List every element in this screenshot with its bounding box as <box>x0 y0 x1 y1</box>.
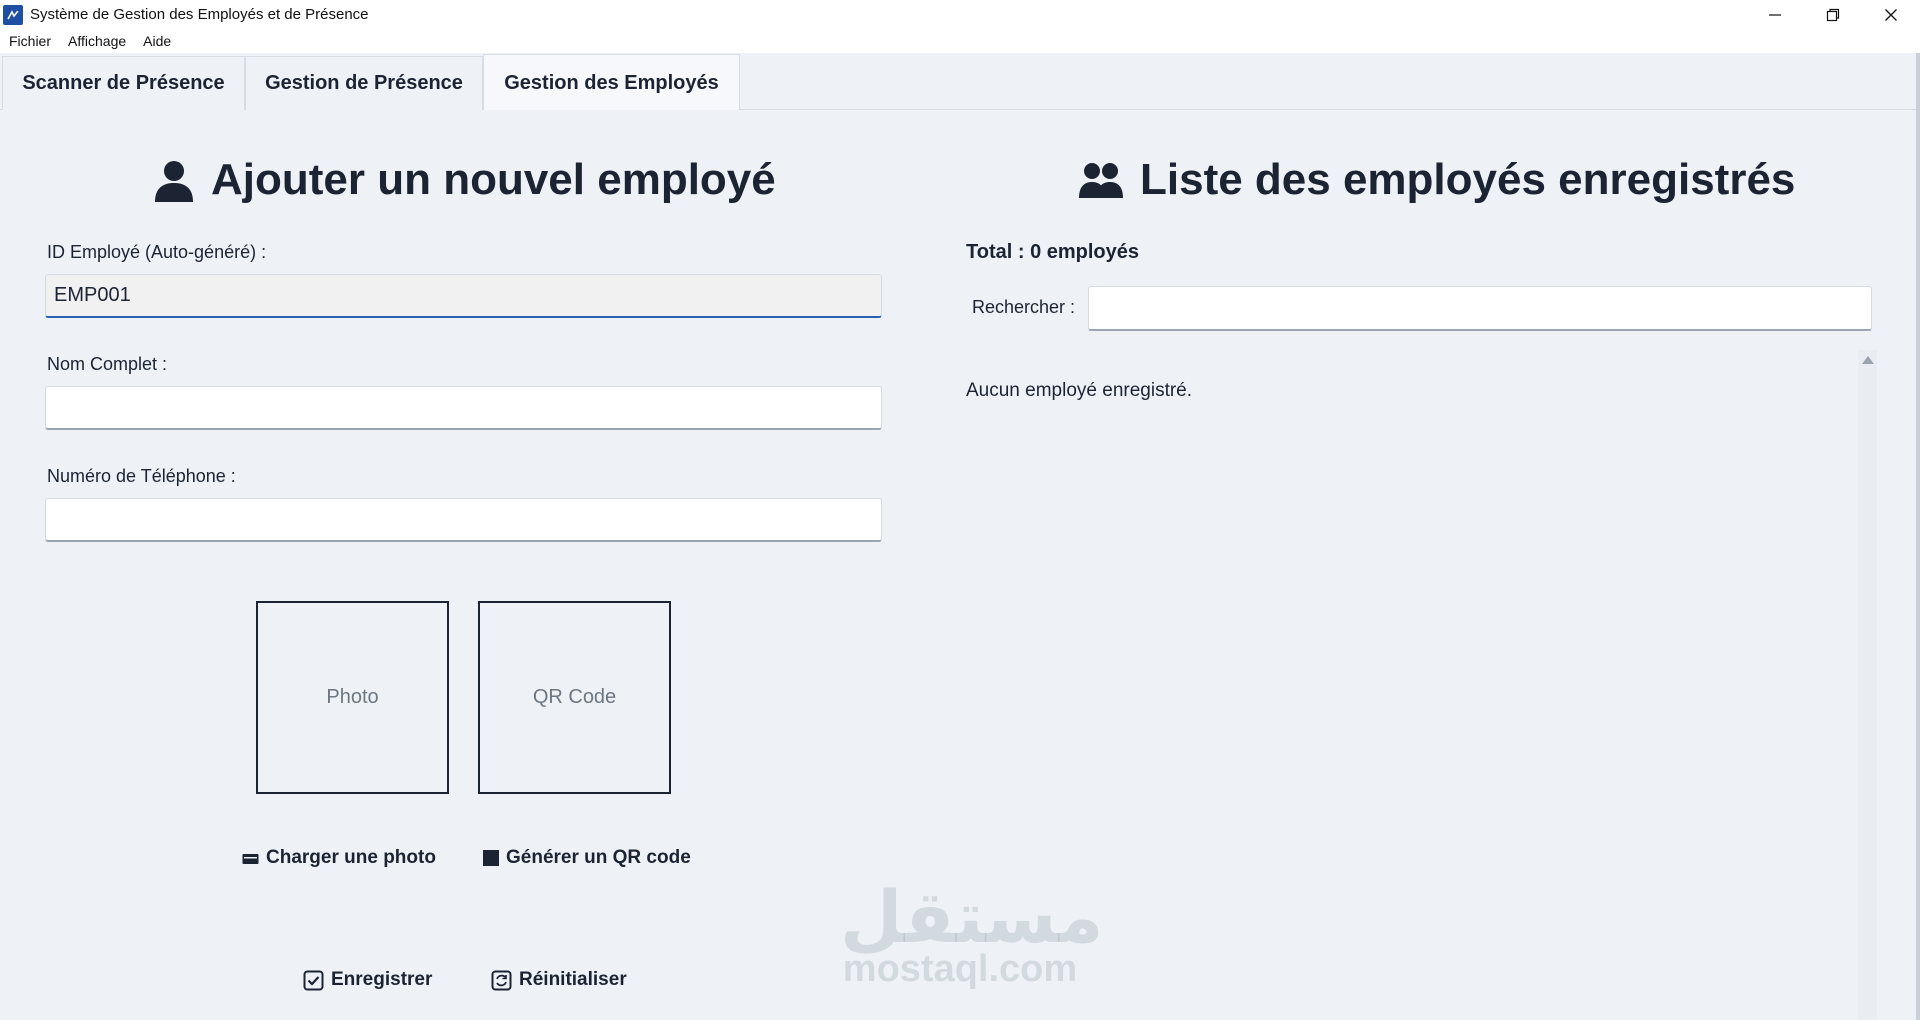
menu-aide[interactable]: Aide <box>143 33 171 49</box>
restore-icon <box>1826 8 1840 21</box>
phone-input[interactable] <box>45 498 882 542</box>
restore-button[interactable] <box>1804 0 1862 29</box>
user-icon <box>155 161 193 202</box>
watermark-arabic: مستقل <box>840 875 1104 959</box>
checkbox-icon <box>303 970 324 990</box>
close-icon <box>1885 8 1897 21</box>
tab-scanner-presence[interactable]: Scanner de Présence <box>2 56 245 110</box>
employee-list-scrollbar[interactable] <box>1858 350 1877 1020</box>
card-icon <box>242 853 259 864</box>
minimize-button[interactable] <box>1746 0 1804 29</box>
title-bar: Système de Gestion des Employés et de Pr… <box>0 0 1920 29</box>
tab-bar: Scanner de Présence Gestion de Présence … <box>0 53 1920 111</box>
photo-placeholder: Photo <box>326 686 379 708</box>
name-label: Nom Complet : <box>47 354 168 374</box>
add-employee-title: Ajouter un nouvel employé <box>211 155 776 204</box>
total-count: Total : 0 employés <box>966 241 1140 263</box>
full-name-input[interactable] <box>45 386 882 430</box>
menu-affichage[interactable]: Affichage <box>68 33 126 49</box>
add-employee-heading: Ajouter un nouvel employé <box>153 155 776 205</box>
generate-qr-button[interactable]: Générer un QR code <box>483 847 691 869</box>
generate-qr-label: Générer un QR code <box>506 847 691 868</box>
menu-bar: Fichier Affichage Aide <box>0 29 1920 53</box>
watermark-latin: mostaql.com <box>842 948 1078 990</box>
window-controls <box>1746 0 1920 29</box>
employee-list-heading: Liste des employés enregistrés <box>1078 155 1795 205</box>
window-right-edge <box>1916 53 1920 1020</box>
upload-photo-label: Charger une photo <box>266 847 436 868</box>
refresh-icon <box>491 970 512 990</box>
qr-placeholder: QR Code <box>532 686 617 708</box>
menu-fichier[interactable]: Fichier <box>9 33 51 49</box>
employee-list-title: Liste des employés enregistrés <box>1140 155 1796 204</box>
app-icon <box>3 4 23 25</box>
qr-code-preview: QR Code <box>478 601 671 794</box>
scroll-up-icon[interactable] <box>1862 356 1874 364</box>
watermark: مستقل mostaql.com <box>840 875 1104 990</box>
search-input[interactable] <box>1088 286 1872 331</box>
reset-label: Réinitialiser <box>519 969 627 990</box>
id-label: ID Employé (Auto-généré) : <box>47 242 267 262</box>
square-icon <box>483 850 499 866</box>
tab-gestion-presence[interactable]: Gestion de Présence <box>245 56 483 110</box>
save-button[interactable]: Enregistrer <box>303 969 432 991</box>
close-button[interactable] <box>1862 0 1920 29</box>
search-label: Rechercher : <box>972 297 1076 317</box>
upload-photo-button[interactable]: Charger une photo <box>242 847 436 869</box>
users-icon <box>1079 163 1123 198</box>
save-label: Enregistrer <box>331 969 433 990</box>
photo-preview: Photo <box>256 601 449 794</box>
reset-button[interactable]: Réinitialiser <box>491 969 627 991</box>
empty-list-message: Aucun employé enregistré. <box>966 380 1193 401</box>
phone-label: Numéro de Téléphone : <box>47 466 236 486</box>
tab-gestion-employes[interactable]: Gestion des Employés <box>483 54 740 111</box>
employee-id-field[interactable]: EMP001 <box>45 274 882 318</box>
window-title: Système de Gestion des Employés et de Pr… <box>30 6 369 23</box>
minimize-icon <box>1769 13 1781 16</box>
